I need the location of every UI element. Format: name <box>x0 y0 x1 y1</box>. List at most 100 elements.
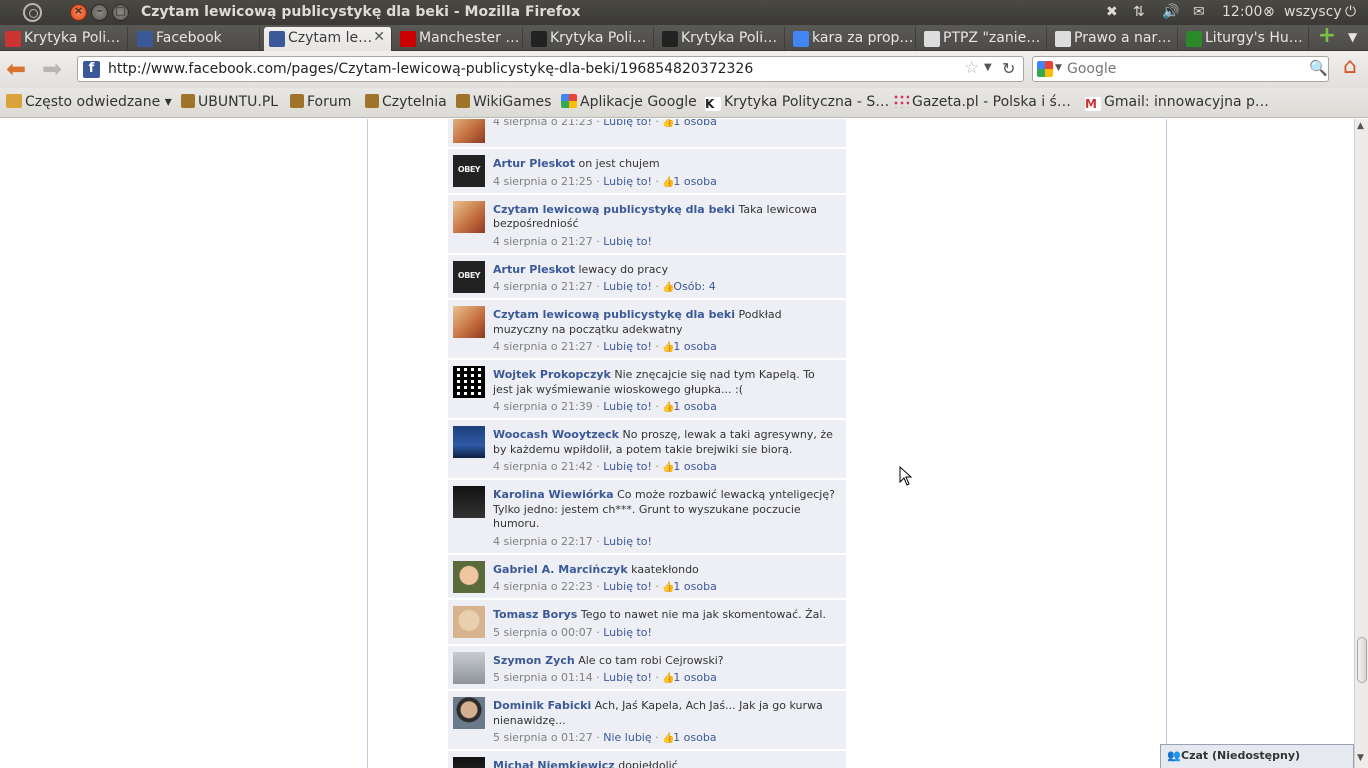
like-link[interactable]: Lubię to! <box>603 175 652 188</box>
avatar[interactable] <box>453 426 485 458</box>
page-scrollbar[interactable]: ▲ ▼ <box>1354 119 1368 768</box>
bookmark-item[interactable]: UBUNTU.PL <box>181 94 278 110</box>
scrollbar-thumb[interactable] <box>1357 637 1367 683</box>
bookmark-item[interactable]: Często odwiedzane ▾ <box>6 94 172 110</box>
comment-date[interactable]: 4 sierpnia o 21:27 <box>493 235 593 248</box>
tab-active[interactable]: Czytam le… ✕ <box>264 27 392 51</box>
bookmark-star-icon[interactable]: ☆ <box>964 58 979 78</box>
chat-tab[interactable]: 👥Czat (Niedostępny) <box>1160 744 1354 768</box>
comment-author[interactable]: Czytam lewicową publicystykę dla beki <box>493 203 735 216</box>
comment-date[interactable]: 4 sierpnia o 21:27 <box>493 340 593 353</box>
likes-count[interactable]: 1 osoba <box>673 460 716 473</box>
avatar[interactable] <box>453 486 485 518</box>
avatar[interactable] <box>453 119 485 143</box>
back-arrow-icon[interactable]: ⬅ <box>6 57 26 81</box>
like-link[interactable]: Lubię to! <box>603 280 652 293</box>
tab[interactable]: Krytyka Poli… <box>0 27 128 51</box>
likes-count[interactable]: 1 osoba <box>673 340 716 353</box>
comment-author[interactable]: Szymon Zych <box>493 654 575 667</box>
comment-author[interactable]: Artur Pleskot <box>493 157 575 170</box>
comment-author[interactable]: Gabriel A. Marcińczyk <box>493 563 628 576</box>
comment-author[interactable]: Woocash Wooytzeck <box>493 428 619 441</box>
likes-count[interactable]: 1 osoba <box>673 119 716 128</box>
comment-date[interactable]: 5 sierpnia o 00:07 <box>493 626 593 639</box>
comment-date[interactable]: 4 sierpnia o 21:42 <box>493 460 593 473</box>
search-icon[interactable]: 🔍 <box>1309 59 1328 77</box>
comment-author[interactable]: Wojtek Prokopczyk <box>493 368 611 381</box>
avatar[interactable] <box>453 260 485 293</box>
like-link[interactable]: Lubię to! <box>603 671 652 684</box>
likes-count[interactable]: 1 osoba <box>673 671 716 684</box>
reload-icon[interactable]: ↻ <box>1002 59 1015 78</box>
search-bar[interactable]: ▼ 🔍 <box>1032 56 1329 82</box>
comment-author[interactable]: Karolina Wiewiórka <box>493 488 614 501</box>
tab[interactable]: Liturgy's Hu… <box>1181 27 1309 51</box>
volume-icon[interactable]: 🔊 <box>1162 4 1179 20</box>
history-dropdown-icon[interactable]: ▼ <box>984 62 992 73</box>
like-link[interactable]: Lubię to! <box>603 460 652 473</box>
avatar[interactable] <box>453 697 485 729</box>
avatar[interactable] <box>453 757 485 768</box>
comment-author[interactable]: Artur Pleskot <box>493 263 575 276</box>
tab[interactable]: kara za prop… <box>788 27 916 51</box>
home-icon[interactable]: ⌂ <box>1338 56 1362 80</box>
ubuntu-logo-icon[interactable] <box>23 3 42 22</box>
search-engine-dropdown-icon[interactable]: ▼ <box>1055 63 1062 73</box>
window-close-button[interactable]: × <box>70 4 87 21</box>
like-link[interactable]: Nie lubię <box>603 731 651 744</box>
comment-date[interactable]: 4 sierpnia o 21:23 <box>493 119 593 128</box>
avatar[interactable] <box>453 651 485 684</box>
window-maximize-button[interactable]: □ <box>112 4 129 21</box>
url-bar[interactable]: f http://www.facebook.com/pages/Czytam-l… <box>77 56 1024 82</box>
avatar[interactable] <box>453 560 485 593</box>
comment-author[interactable]: Tomasz Borys <box>493 608 577 621</box>
comment-author[interactable]: Czytam lewicową publicystykę dla beki <box>493 308 735 321</box>
bookmark-item[interactable]: Aplikacje Google <box>561 94 697 110</box>
clock[interactable]: 12:00 <box>1222 4 1262 20</box>
new-tab-button[interactable]: + <box>1316 25 1338 48</box>
tab[interactable]: Krytyka Poli… <box>526 27 654 51</box>
avatar[interactable] <box>453 155 485 187</box>
power-icon[interactable]: ⏻ <box>1345 4 1356 20</box>
scroll-up-arrow-icon[interactable]: ▲ <box>1357 121 1364 131</box>
likes-count[interactable]: Osób: 4 <box>673 280 715 293</box>
tab-list-arrow-icon[interactable]: ▼ <box>1348 30 1357 44</box>
bookmark-item[interactable]: Forum <box>290 94 351 110</box>
bookmark-item[interactable]: WikiGames <box>456 94 551 110</box>
user-name[interactable]: wszyscy <box>1284 4 1342 20</box>
bookmark-item[interactable]: K Krytyka Polityczna - S… <box>705 94 889 111</box>
comment-date[interactable]: 4 sierpnia o 21:27 <box>493 280 593 293</box>
mail-icon[interactable]: ✉ <box>1193 4 1205 20</box>
like-link[interactable]: Lubię to! <box>603 580 652 593</box>
likes-count[interactable]: 1 osoba <box>673 580 716 593</box>
url-text[interactable]: http://www.facebook.com/pages/Czytam-lew… <box>108 61 753 77</box>
like-link[interactable]: Lubię to! <box>603 626 652 639</box>
comment-date[interactable]: 4 sierpnia o 21:39 <box>493 400 593 413</box>
bookmark-item[interactable]: Czytelnia <box>365 94 447 110</box>
avatar[interactable] <box>453 306 485 338</box>
likes-count[interactable]: 1 osoba <box>673 731 716 744</box>
user-status-icon[interactable]: ⊗ <box>1263 4 1275 20</box>
tab[interactable]: Facebook <box>132 27 260 51</box>
like-link[interactable]: Lubię to! <box>603 340 652 353</box>
comment-date[interactable]: 4 sierpnia o 22:17 <box>493 535 593 548</box>
tab[interactable]: Prawo a nar… <box>1050 27 1178 51</box>
bookmark-item[interactable]: M Gmail: innowacyjna p… <box>1085 94 1269 111</box>
likes-count[interactable]: 1 osoba <box>673 175 716 188</box>
tab[interactable]: PTPZ "zanie… <box>919 27 1047 51</box>
network-icon[interactable]: ✖ <box>1106 4 1118 20</box>
comment-author[interactable]: Michał Niemkiewicz <box>493 759 615 768</box>
bookmark-item[interactable]: Gazeta.pl - Polska i ś… <box>893 94 1071 110</box>
comment-author[interactable]: Dominik Fabicki <box>493 699 591 712</box>
comment-date[interactable]: 5 sierpnia o 01:27 <box>493 731 593 744</box>
tab-close-icon[interactable]: ✕ <box>373 29 385 45</box>
transfer-icon[interactable]: ⇅ <box>1133 4 1145 20</box>
like-link[interactable]: Lubię to! <box>603 400 652 413</box>
search-input[interactable] <box>1067 60 1297 78</box>
google-icon[interactable] <box>1037 61 1053 77</box>
likes-count[interactable]: 1 osoba <box>673 400 716 413</box>
forward-arrow-icon[interactable]: ➡ <box>42 57 62 81</box>
avatar[interactable] <box>453 366 485 398</box>
tab[interactable]: Manchester … <box>395 27 523 51</box>
like-link[interactable]: Lubię to! <box>603 235 652 248</box>
